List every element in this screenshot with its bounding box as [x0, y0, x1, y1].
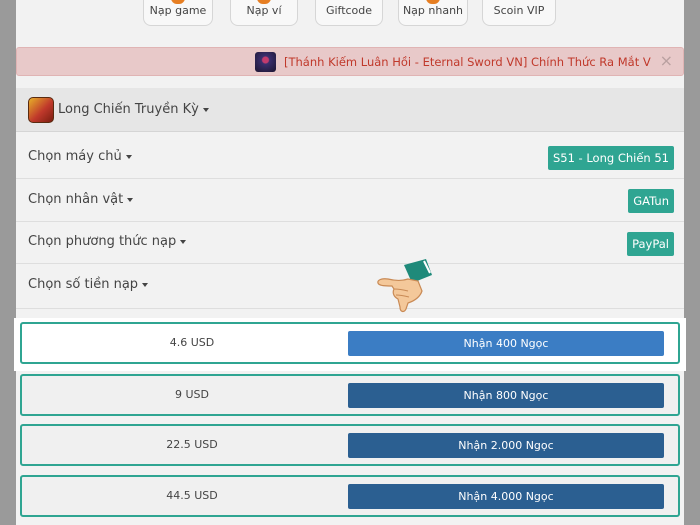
character-label: Chọn nhân vật: [28, 192, 124, 207]
server-selector[interactable]: Chọn máy chủ S51 - Long Chiến 51: [16, 137, 684, 179]
receive-button[interactable]: Nhận 800 Ngọc: [348, 383, 664, 408]
announcement-game-thumbnail: [255, 52, 276, 72]
amount-option[interactable]: 44.5 USD Nhận 4.000 Ngọc: [20, 475, 680, 517]
receive-button[interactable]: Nhận 2.000 Ngọc: [348, 433, 664, 458]
announcement-text[interactable]: [Thánh Kiếm Luân Hồi - Eternal Sword VN]…: [284, 55, 651, 69]
amount-price: 44.5 USD: [166, 489, 218, 502]
amount-price: 22.5 USD: [166, 438, 218, 451]
amount-price: 9 USD: [175, 388, 209, 401]
chevron-down-icon: [180, 239, 187, 244]
amount-price: 4.6 USD: [169, 336, 215, 349]
chevron-down-icon: [127, 197, 134, 202]
announcement-bar[interactable]: [Thánh Kiếm Luân Hồi - Eternal Sword VN]…: [16, 47, 684, 76]
amount-option[interactable]: 4.6 USD Nhận 400 Ngọc: [20, 322, 680, 364]
chevron-down-icon: [202, 107, 209, 112]
chevron-down-icon: [125, 154, 132, 159]
tab-nap-game[interactable]: Nạp game: [143, 0, 213, 26]
tab-nap-vi[interactable]: Nạp ví: [230, 0, 298, 26]
tab-label: Giftcode: [325, 4, 373, 17]
amount-label: Chọn số tiền nạp: [28, 277, 139, 292]
tab-label: Nạp ví: [246, 4, 282, 17]
receive-button[interactable]: Nhận 400 Ngọc: [348, 331, 664, 356]
payment-method-value-badge: PayPal: [627, 232, 674, 256]
game-logo: [28, 97, 54, 123]
character-value-badge: GATun: [628, 189, 674, 213]
game-name: Long Chiến Truyền Kỳ: [58, 102, 199, 117]
game-selector[interactable]: Long Chiến Truyền Kỳ: [16, 88, 684, 132]
amount-option[interactable]: 22.5 USD Nhận 2.000 Ngọc: [20, 424, 680, 466]
close-icon[interactable]: ×: [660, 52, 673, 70]
amount-selector[interactable]: Chọn số tiền nạp: [16, 265, 684, 309]
payment-method-selector[interactable]: Chọn phương thức nạp PayPal: [16, 222, 684, 264]
amount-option[interactable]: 9 USD Nhận 800 Ngọc: [20, 374, 680, 416]
tab-label: Nạp game: [149, 4, 207, 17]
server-label: Chọn máy chủ: [28, 149, 122, 164]
tab-label: Nạp nhanh: [402, 4, 464, 17]
server-value-badge: S51 - Long Chiến 51: [547, 146, 674, 170]
pointing-hand-icon: [377, 259, 432, 313]
payment-method-label: Chọn phương thức nạp: [28, 234, 177, 249]
tab-giftcode[interactable]: Giftcode: [315, 0, 383, 26]
tab-label: Scoin VIP: [493, 4, 545, 17]
tab-nap-nhanh[interactable]: Nạp nhanh: [398, 0, 468, 26]
character-selector[interactable]: Chọn nhân vật GATun: [16, 180, 684, 222]
chevron-down-icon: [142, 282, 149, 287]
receive-button[interactable]: Nhận 4.000 Ngọc: [348, 484, 664, 509]
tab-scoin-vip[interactable]: Scoin VIP: [482, 0, 556, 26]
